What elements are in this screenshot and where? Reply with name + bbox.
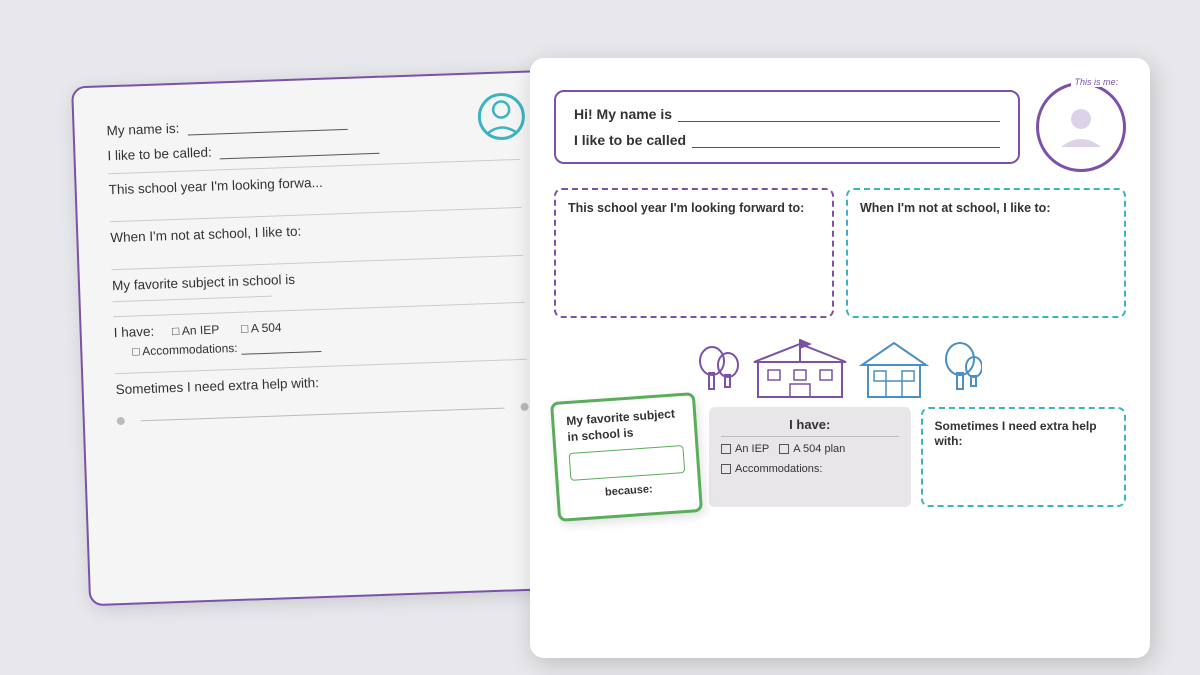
tree-left-icon xyxy=(698,339,742,399)
scene: My name is: I like to be called: This sc… xyxy=(50,48,1150,628)
accommodations-checkbox: Accommodations: xyxy=(721,463,899,475)
back-paper: My name is: I like to be called: This sc… xyxy=(71,69,569,605)
bottom-row: My favorite subject in school is because… xyxy=(554,407,1126,527)
subject-input-line xyxy=(569,445,686,481)
tree-right-icon xyxy=(938,339,982,399)
504-checkbox: A 504 plan xyxy=(779,443,845,455)
looking-forward-box: This school year I'm looking forward to: xyxy=(554,188,834,318)
top-dotted-row: This school year I'm looking forward to:… xyxy=(554,188,1126,318)
illustration-row xyxy=(554,330,1126,403)
hi-name-field: Hi! My name is xyxy=(574,106,1000,122)
sometimes-box: Sometimes I need extra help with: xyxy=(921,407,1127,507)
not-at-school-box: When I'm not at school, I like to: xyxy=(846,188,1126,318)
i-have-box: I have: An IEP A 504 plan Accommodations… xyxy=(709,407,911,507)
back-logo xyxy=(476,90,528,142)
iep-checkbox: An IEP xyxy=(721,443,769,455)
back-i-have-section: I have: □ An IEP □ A 504 □ Accommodation… xyxy=(113,310,526,358)
back-called-field: I like to be called: xyxy=(107,133,519,162)
profile-icon xyxy=(1055,101,1107,153)
school-building-icon xyxy=(750,334,850,399)
header-section: Hi! My name is I like to be called This … xyxy=(554,82,1126,172)
profile-circle: This is me: xyxy=(1036,82,1126,172)
back-dots-row xyxy=(117,402,529,424)
checkbox-row-1: An IEP A 504 plan xyxy=(721,443,899,459)
back-name-field: My name is: xyxy=(106,108,518,137)
name-box: Hi! My name is I like to be called xyxy=(554,90,1020,164)
green-subject-card: My favorite subject in school is because… xyxy=(550,392,703,522)
house-icon xyxy=(858,339,930,399)
called-field: I like to be called xyxy=(574,132,1000,148)
front-paper: Hi! My name is I like to be called This … xyxy=(530,58,1150,658)
